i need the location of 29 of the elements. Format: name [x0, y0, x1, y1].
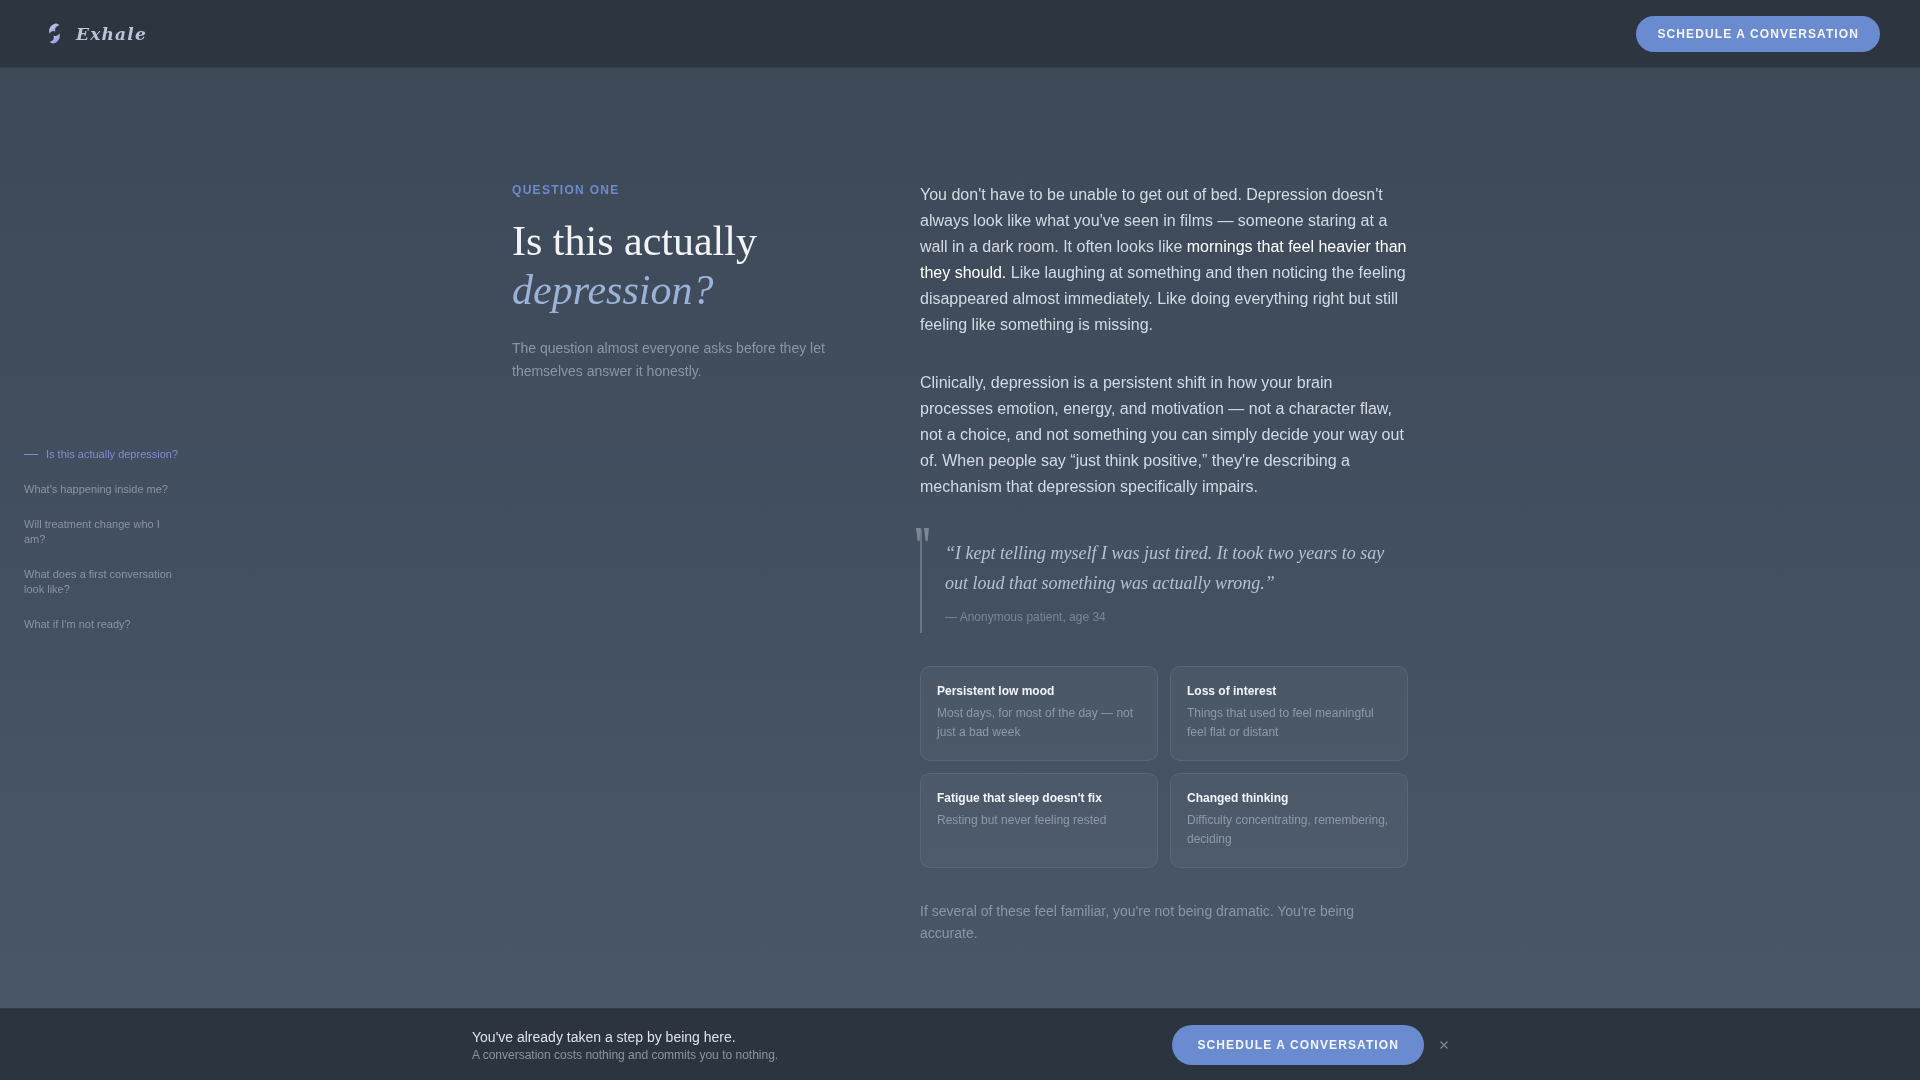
swirl-logo-icon	[47, 23, 62, 44]
schedule-button[interactable]: SCHEDULE A CONVERSATION	[1636, 15, 1880, 52]
card-title: Fatigue that sleep doesn't fix	[937, 790, 1103, 807]
card-text: Most days, for most of the day — not just a bad week	[937, 705, 1135, 741]
schedule-button[interactable]: SCHEDULE A CONVERSATION	[1172, 1024, 1424, 1065]
card-text: Resting but never feeling rested	[937, 812, 1108, 829]
card-text: Difficulty concentrating, remembering, deciding	[1187, 812, 1390, 848]
cta-title: You've already taken a step by being here.	[472, 1027, 737, 1047]
quote-mark-icon	[915, 528, 931, 542]
card-text: Things that used to feel meaningful feel flat or distant	[1187, 705, 1375, 741]
dash-icon	[24, 454, 38, 456]
closing-text: If several of these feel familiar, you're not being dramatic. You're being accurate.	[920, 902, 1356, 943]
section-subtitle: The question almost everyone asks before they let themselves answer it honestly.	[512, 339, 826, 381]
quote-text: “I kept telling myself I was just tired. It took two years to say out loud that something was actually wrong.”	[945, 542, 1386, 595]
body-paragraph: Clinically, depression is a persistent shift in how your brain processes emotion, energy, and motivation — not a character flaw, not a choice, and not something you can simply decide your way out of. When people say “just think positive,” they're describing a mechanism that depression specifically impairs.	[920, 373, 1405, 497]
card-title: Persistent low mood	[937, 683, 1056, 700]
nav-link[interactable]: Is this actually depression?	[24, 446, 182, 462]
nav-link[interactable]: What does a first conversation look like?	[24, 566, 182, 597]
nav-link[interactable]: What's happening inside me?	[24, 481, 182, 497]
section-title: Is this actually depression?	[512, 217, 758, 315]
nav-link[interactable]: Will treatment change who I am?	[24, 516, 182, 547]
brand-logo[interactable]: Exhale	[76, 23, 147, 44]
body-paragraph: You don't have to be unable to get out of bed. Depression doesn't always look like what you've seen in films — someone staring at a wall in a dark room. It often looks like mornings that feel heavier than they should. Like laughing at something and then noticing the feeling disappeared almost immediately. Like doing everything right but still feeling like something is missing.	[920, 185, 1408, 335]
nav-link[interactable]: What if I'm not ready?	[24, 616, 182, 632]
section-eyebrow: QUESTION ONE	[512, 182, 621, 198]
card-title: Changed thinking	[1187, 790, 1290, 807]
card-title: Loss of interest	[1187, 683, 1278, 700]
cta-subtitle: A conversation costs nothing and commits you to nothing.	[472, 1046, 779, 1064]
close-icon[interactable]	[1440, 1040, 1448, 1049]
